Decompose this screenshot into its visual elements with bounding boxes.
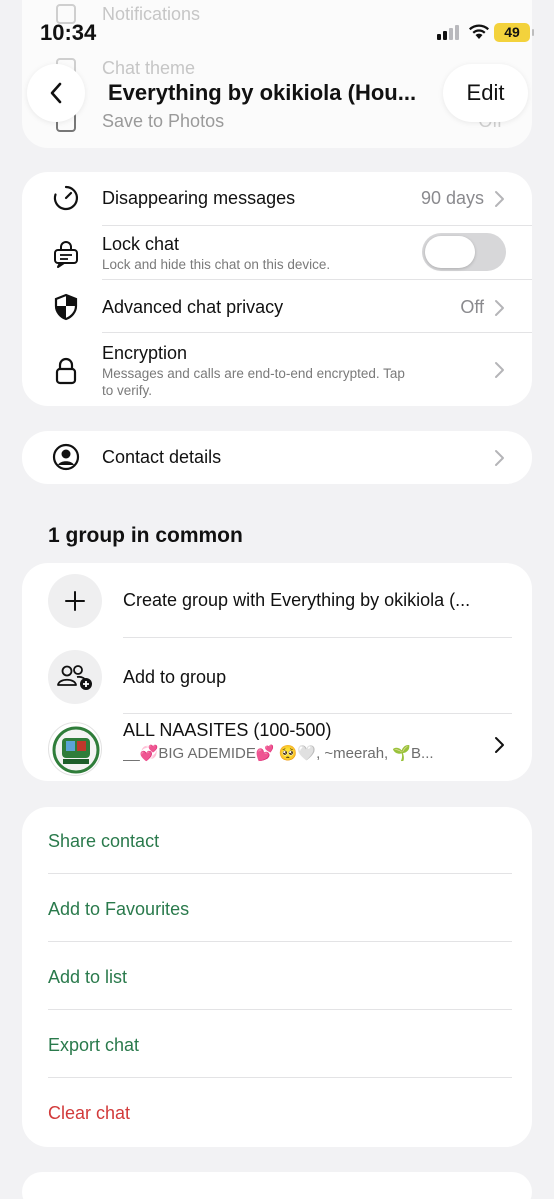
status-time: 10:34	[40, 20, 97, 45]
cellular-signal-icon	[437, 24, 459, 40]
encryption-description-line2: to verify.	[102, 383, 153, 398]
divider	[48, 1077, 512, 1078]
add-to-group-row[interactable]: Add to group	[22, 638, 532, 714]
export-chat-button[interactable]: Export chat	[48, 1035, 139, 1056]
group-item[interactable]: ALL NAASITES (100-500) __💞BIG ADEMIDE💕 🥺…	[22, 714, 532, 781]
disappearing-messages-row[interactable]: Disappearing messages 90 days	[22, 172, 532, 226]
toggle-knob	[425, 236, 475, 268]
create-group-row[interactable]: Create group with Everything by okikiola…	[22, 563, 532, 638]
privacy-card: Disappearing messages 90 days Lock chat …	[22, 172, 532, 406]
person-circle-icon	[52, 443, 80, 471]
lock-chat-icon	[52, 240, 80, 268]
contact-details-card: Contact details	[22, 431, 532, 484]
contact-details-row[interactable]: Contact details	[22, 431, 532, 484]
chevron-right-icon	[495, 362, 504, 378]
battery-icon: 49	[494, 23, 534, 42]
disappearing-label: Disappearing messages	[102, 188, 296, 208]
block-report-card	[22, 1172, 532, 1199]
header: Everything by okikiola (Hou... Edit	[0, 64, 554, 124]
chevron-right-icon	[495, 300, 504, 316]
clear-chat-button[interactable]: Clear chat	[48, 1103, 130, 1124]
divider	[48, 1009, 512, 1010]
shield-icon	[52, 293, 80, 321]
timer-icon	[52, 184, 80, 212]
add-to-group-icon	[48, 650, 102, 704]
divider	[48, 873, 512, 874]
chevron-right-icon	[495, 450, 504, 466]
groups-card: Create group with Everything by okikiola…	[22, 563, 532, 781]
disappearing-value: 90 days	[420, 188, 484, 208]
advanced-privacy-label: Advanced chat privacy	[102, 297, 284, 317]
chevron-right-icon	[495, 737, 504, 753]
page-title: Everything by okikiola (Hou...	[108, 80, 417, 105]
divider	[48, 941, 512, 942]
encryption-row[interactable]: Encryption Messages and calls are end-to…	[22, 333, 532, 406]
lock-chat-toggle[interactable]	[422, 233, 506, 271]
advanced-privacy-value: Off	[460, 297, 484, 317]
wifi-icon	[469, 24, 489, 39]
add-to-favourites-button[interactable]: Add to Favourites	[48, 899, 189, 920]
add-to-list-button[interactable]: Add to list	[48, 967, 127, 988]
group-avatar	[48, 722, 102, 776]
status-bar: 10:34 49	[0, 0, 554, 60]
chevron-right-icon	[495, 191, 504, 207]
lock-chat-description: Lock and hide this chat on this device.	[102, 257, 331, 272]
groups-section-title: 1 group in common	[48, 524, 243, 547]
encryption-description-line1: Messages and calls are end-to-end encryp…	[102, 366, 405, 381]
back-button[interactable]	[27, 64, 85, 122]
actions-card: Share contact Add to Favourites Add to l…	[22, 807, 532, 1147]
lock-icon	[52, 357, 80, 385]
add-to-group-label: Add to group	[123, 667, 227, 687]
group-members: __💞BIG ADEMIDE💕 🥺🤍, ~meerah, 🌱B...	[123, 745, 434, 762]
advanced-chat-privacy-row[interactable]: Advanced chat privacy Off	[22, 280, 532, 333]
edit-button[interactable]: Edit	[443, 64, 528, 122]
plus-icon	[48, 574, 102, 628]
lock-chat-label: Lock chat	[102, 234, 180, 254]
contact-details-label: Contact details	[102, 447, 222, 467]
share-contact-button[interactable]: Share contact	[48, 831, 159, 852]
lock-chat-row: Lock chat Lock and hide this chat on thi…	[22, 226, 532, 280]
encryption-label: Encryption	[102, 343, 188, 363]
chevron-left-icon	[50, 82, 62, 104]
create-group-label: Create group with Everything by okikiola…	[123, 590, 471, 610]
group-name: ALL NAASITES (100-500)	[123, 720, 332, 740]
